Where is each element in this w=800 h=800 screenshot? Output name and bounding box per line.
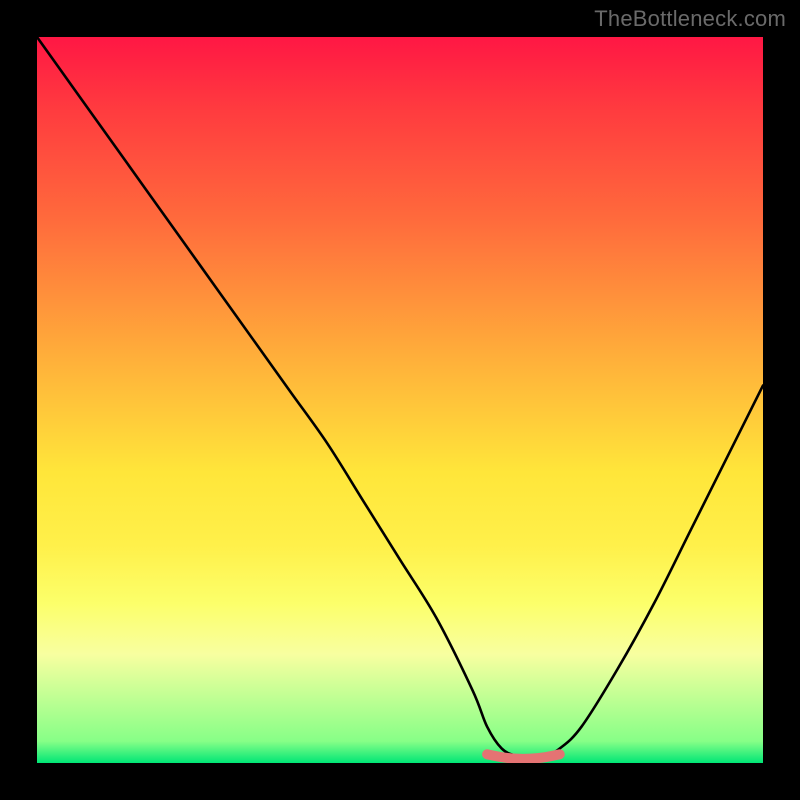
watermark-text: TheBottleneck.com <box>594 6 786 32</box>
bottleneck-curve <box>37 37 763 756</box>
optimal-band <box>487 754 560 759</box>
curve-svg <box>37 37 763 763</box>
plot-area <box>37 37 763 763</box>
chart-frame: TheBottleneck.com <box>0 0 800 800</box>
